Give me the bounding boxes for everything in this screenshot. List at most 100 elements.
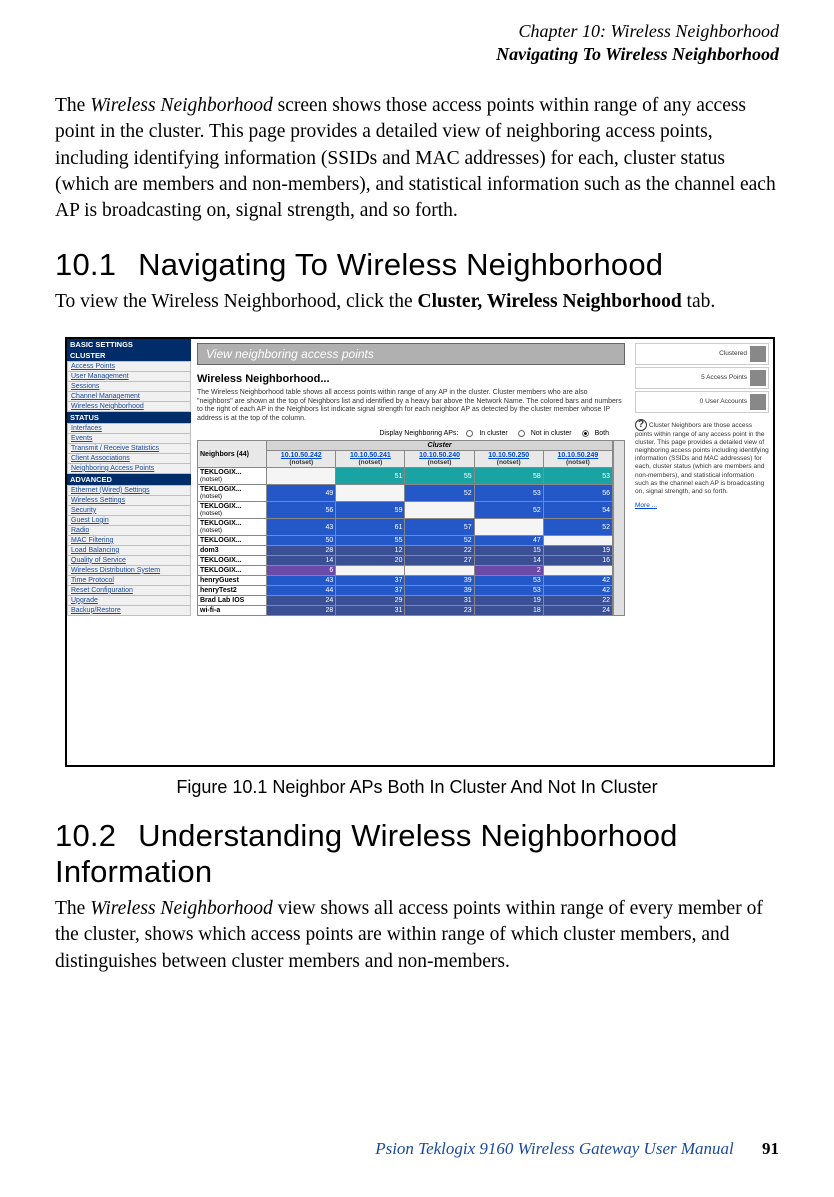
table-cell: 24	[267, 596, 336, 606]
sidebar-header: STATUS	[67, 412, 191, 423]
radio-not-in-cluster[interactable]	[518, 430, 525, 437]
sidebar-item[interactable]: Wireless Distribution System	[67, 566, 191, 576]
sidebar-item[interactable]: Backup/Restore	[67, 606, 191, 616]
sidebar-item[interactable]: Client Associations	[67, 454, 191, 464]
table-cell: 10.10.50.249(notset)	[543, 451, 612, 468]
paragraph-10-1: To view the Wireless Neighborhood, click…	[55, 289, 779, 315]
table-cell: 22	[543, 596, 612, 606]
sidebar-header: CLUSTER	[67, 350, 191, 361]
panel-title: Wireless Neighborhood...	[197, 373, 625, 385]
sidebar-item[interactable]: Radio	[67, 526, 191, 536]
sidebar-item[interactable]: Transmit / Receive Statistics	[67, 444, 191, 454]
table-cell: 19	[474, 596, 543, 606]
table-cell	[336, 566, 405, 576]
banner: View neighboring access points	[197, 343, 625, 365]
sidebar-item[interactable]: Ethernet (Wired) Settings	[67, 485, 191, 496]
table-cell: 24	[543, 606, 612, 616]
stat-icon	[750, 346, 766, 362]
table-cell: 58	[474, 468, 543, 485]
table-cell: 61	[336, 519, 405, 536]
table-cell: 27	[405, 556, 474, 566]
sidebar-item[interactable]: Sessions	[67, 382, 191, 392]
radio-label: In cluster	[479, 430, 507, 437]
sidebar-item[interactable]: Neighboring Access Points	[67, 464, 191, 474]
page-header: Chapter 10: Wireless Neighborhood Naviga…	[55, 20, 779, 65]
section-label: Navigating To Wireless Neighborhood	[55, 43, 779, 66]
sidebar-item[interactable]: Wireless Neighborhood	[67, 402, 191, 412]
screenshot-right-panel: Clustered5 Access Points0 User Accounts …	[631, 339, 773, 765]
filter-row: Display Neighboring APs: In cluster Not i…	[197, 430, 625, 437]
sidebar-item[interactable]: User Management	[67, 372, 191, 382]
panel-blurb: The Wireless Neighborhood table shows al…	[197, 389, 625, 424]
help-text: Cluster Neighbors are those access point…	[635, 422, 769, 495]
table-cell: 10.10.50.242(notset)	[267, 451, 336, 468]
book-title: Psion Teklogix 9160 Wireless Gateway Use…	[375, 1139, 734, 1158]
sidebar-item[interactable]: Interfaces	[67, 423, 191, 434]
p101-b: Cluster, Wireless Neighborhood	[417, 291, 681, 312]
sidebar-item[interactable]: Reset Configuration	[67, 586, 191, 596]
table-cell: 15	[474, 546, 543, 556]
table-cell: 43	[267, 519, 336, 536]
table-cell: 31	[405, 596, 474, 606]
table-cell: 2	[474, 566, 543, 576]
table-cell: 6	[267, 566, 336, 576]
intro-paragraph: The Wireless Neighborhood screen shows t…	[55, 93, 779, 225]
radio-label: Not in cluster	[531, 430, 572, 437]
more-link[interactable]: More ...	[635, 502, 657, 509]
stat-row: 5 Access Points	[635, 367, 769, 389]
secnum: 10.1	[55, 247, 116, 282]
table-cell: 52	[474, 502, 543, 519]
table-cell: TEKLOGIX...(notset)	[198, 502, 267, 519]
table-cell: 56	[267, 502, 336, 519]
table-cell: Cluster	[267, 441, 613, 451]
sidebar-item[interactable]: Quality of Service	[67, 556, 191, 566]
stat-label: 5 Access Points	[638, 374, 747, 381]
help-icon: ?	[635, 419, 647, 431]
p101-a: To view the Wireless Neighborhood, click…	[55, 291, 417, 312]
sidebar-item[interactable]: Load Balancing	[67, 546, 191, 556]
sidebar-item[interactable]: Access Points	[67, 361, 191, 372]
table-cell: 14	[474, 556, 543, 566]
sidebar-item[interactable]: Time Protocol	[67, 576, 191, 586]
sidebar-item[interactable]: Security	[67, 506, 191, 516]
table-cell: TEKLOGIX...	[198, 566, 267, 576]
table-cell: 56	[543, 485, 612, 502]
table-cell: 10.10.50.240(notset)	[405, 451, 474, 468]
table-cell: 14	[267, 556, 336, 566]
table-cell: 37	[336, 576, 405, 586]
table-cell: 42	[543, 576, 612, 586]
table-cell: 52	[405, 485, 474, 502]
table-scroll-wrap: Neighbors (44)Cluster10.10.50.242(notset…	[197, 440, 625, 616]
figure-caption: Figure 10.1 Neighbor APs Both In Cluster…	[55, 777, 779, 798]
table-cell: 55	[405, 468, 474, 485]
sidebar-item[interactable]: Wireless Settings	[67, 496, 191, 506]
table-cell: 31	[336, 606, 405, 616]
sidebar-item[interactable]: Channel Management	[67, 392, 191, 402]
table-cell: 12	[336, 546, 405, 556]
screenshot-main: View neighboring access points Wireless …	[191, 339, 631, 765]
sidebar-item[interactable]: Guest Login	[67, 516, 191, 526]
table-cell: 28	[267, 606, 336, 616]
table-cell: 47	[474, 536, 543, 546]
table-cell: TEKLOGIX...	[198, 556, 267, 566]
table-cell: 39	[405, 576, 474, 586]
table-cell: 59	[336, 502, 405, 519]
table-cell: wi-fi-a	[198, 606, 267, 616]
table-cell: dom3	[198, 546, 267, 556]
filter-label: Display Neighboring APs:	[379, 430, 458, 437]
sidebar-item[interactable]: Upgrade	[67, 596, 191, 606]
figure-wrap: BASIC SETTINGSCLUSTERAccess PointsUser M…	[65, 337, 779, 767]
table-cell: 50	[267, 536, 336, 546]
table-cell: 37	[336, 586, 405, 596]
table-cell: henryGuest	[198, 576, 267, 586]
sidebar-item[interactable]: Events	[67, 434, 191, 444]
sidebar-item[interactable]: MAC Filtering	[67, 536, 191, 546]
radio-in-cluster[interactable]	[466, 430, 473, 437]
table-cell: TEKLOGIX...(notset)	[198, 519, 267, 536]
table-cell: TEKLOGIX...(notset)	[198, 468, 267, 485]
table-cell: 10.10.50.250(notset)	[474, 451, 543, 468]
table-cell: TEKLOGIX...(notset)	[198, 485, 267, 502]
table-cell: 53	[474, 576, 543, 586]
scrollbar[interactable]	[613, 440, 625, 616]
radio-both[interactable]	[582, 430, 589, 437]
